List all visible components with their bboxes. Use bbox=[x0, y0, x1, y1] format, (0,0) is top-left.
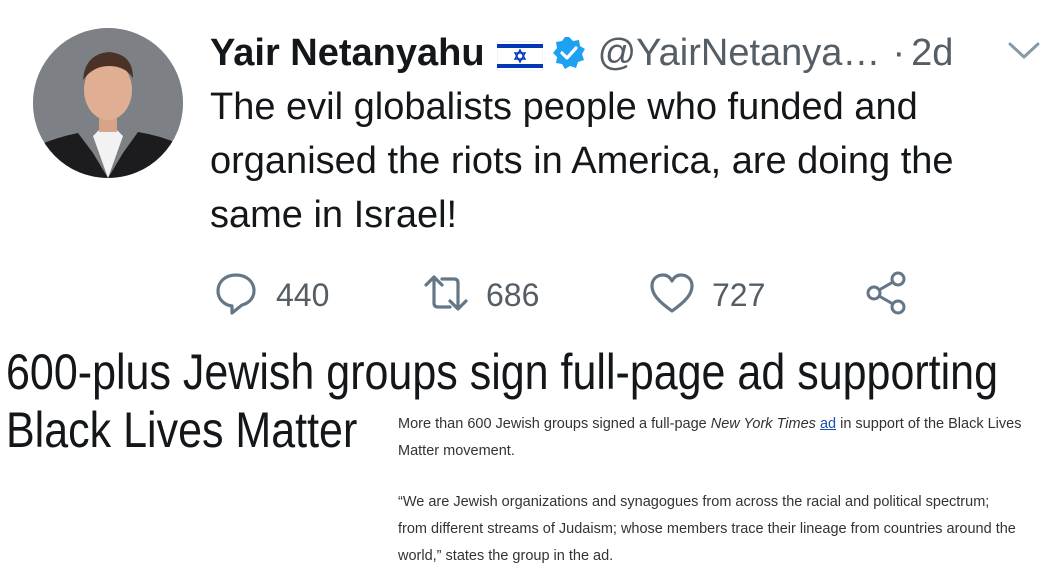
reply-button[interactable]: 440 bbox=[212, 268, 329, 322]
tweet-text: The evil globalists people who funded an… bbox=[210, 86, 954, 236]
article-paragraph-1: More than 600 Jewish groups signed a ful… bbox=[398, 411, 1048, 465]
tweet-timestamp[interactable]: 2d bbox=[911, 32, 953, 75]
tweet-card: Yair Netanyahu @YairNetanya… · 2d The ev… bbox=[0, 0, 1056, 335]
chevron-down-icon[interactable] bbox=[1006, 40, 1042, 62]
share-button[interactable] bbox=[862, 268, 910, 322]
retweet-icon bbox=[422, 269, 470, 322]
author-name[interactable]: Yair Netanyahu bbox=[210, 32, 485, 75]
share-icon bbox=[862, 269, 910, 322]
like-button[interactable]: 727 bbox=[648, 268, 765, 322]
comment-icon bbox=[212, 269, 260, 322]
retweet-button[interactable]: 686 bbox=[422, 268, 539, 322]
retweet-count: 686 bbox=[486, 276, 540, 313]
paragraph-text: More than 600 Jewish groups signed a ful… bbox=[398, 416, 711, 432]
publication-name: New York Times bbox=[710, 416, 816, 432]
israel-flag-icon bbox=[496, 38, 543, 72]
author-handle[interactable]: @YairNetanya… bbox=[598, 32, 881, 75]
reply-count: 440 bbox=[276, 276, 330, 313]
like-count: 727 bbox=[712, 276, 766, 313]
avatar[interactable] bbox=[33, 28, 183, 178]
heart-icon bbox=[648, 269, 696, 322]
article-paragraph-2: “We are Jewish organizations and synagog… bbox=[398, 494, 1016, 564]
article-headline-line2: Black Lives Matter bbox=[6, 402, 358, 458]
news-article: 600-plus Jewish groups sign full-page ad… bbox=[0, 335, 1056, 574]
ad-link[interactable]: ad bbox=[820, 416, 836, 432]
verified-badge-icon bbox=[552, 36, 586, 70]
tweet-header: Yair Netanyahu @YairNetanya… · 2d bbox=[210, 28, 953, 78]
separator-dot: · bbox=[892, 31, 906, 74]
article-headline-line1: 600-plus Jewish groups sign full-page ad… bbox=[6, 344, 999, 400]
